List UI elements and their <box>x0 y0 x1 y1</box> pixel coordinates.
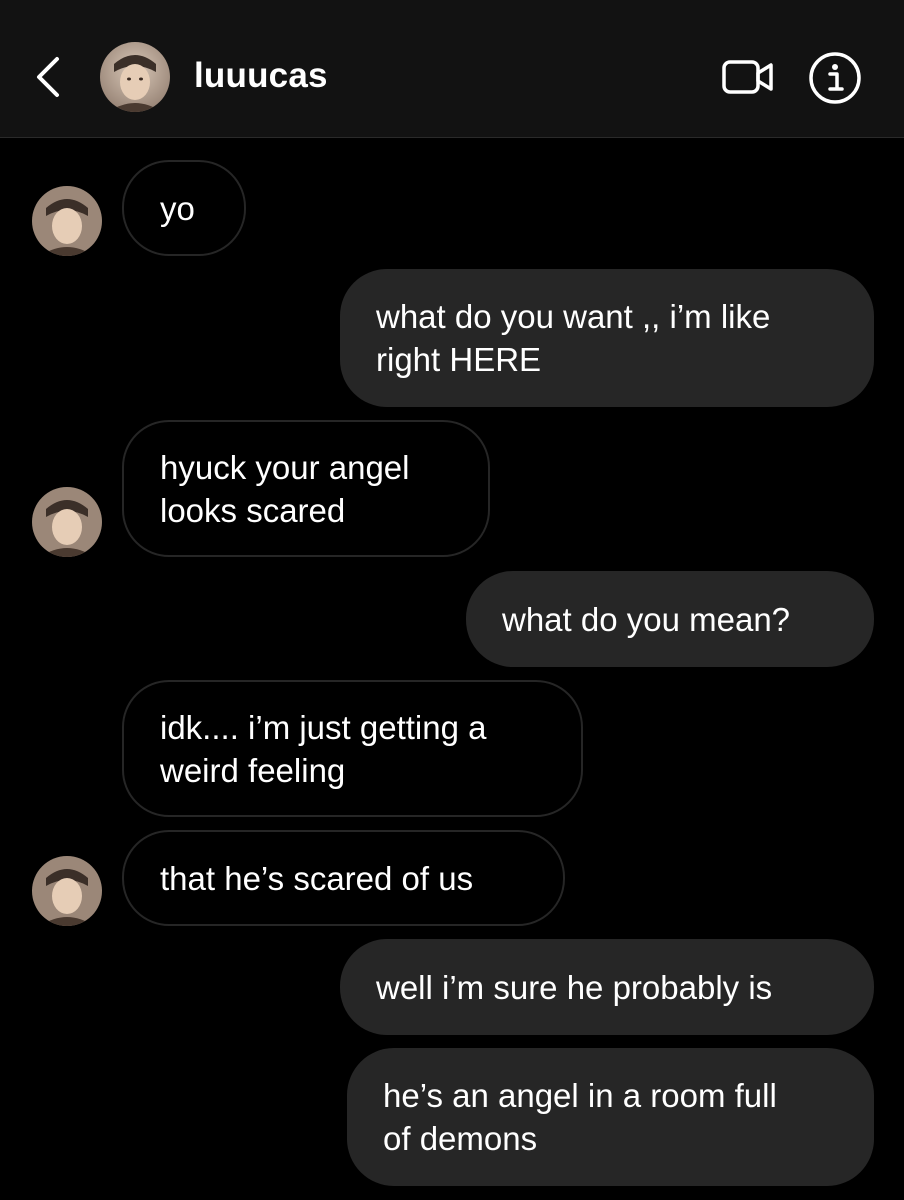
info-button[interactable] <box>806 50 864 106</box>
video-call-button[interactable] <box>718 50 778 104</box>
chevron-left-icon <box>37 57 59 97</box>
incoming-message-bubble[interactable]: yo <box>122 160 246 256</box>
contact-avatar[interactable] <box>100 42 170 112</box>
outgoing-message-bubble[interactable]: what do you mean? <box>466 571 874 667</box>
incoming-message-bubble[interactable]: that he’s scared of us <box>122 830 565 926</box>
sender-avatar[interactable] <box>32 856 102 926</box>
outgoing-message-bubble[interactable]: he’s an angel in a room full of demons <box>347 1048 874 1186</box>
outgoing-message-bubble[interactable]: what do you want ,, i’m like right HERE <box>340 269 874 407</box>
chat-header: luuucas <box>0 0 904 138</box>
outgoing-message-bubble[interactable]: well i’m sure he probably is <box>340 939 874 1035</box>
video-camera-icon <box>722 60 773 94</box>
incoming-message-bubble[interactable]: hyuck your angel looks scared <box>122 420 490 557</box>
back-button[interactable] <box>26 50 70 104</box>
incoming-message-bubble[interactable]: idk.... i’m just getting a weird feeling <box>122 680 583 817</box>
sender-avatar[interactable] <box>32 186 102 256</box>
sender-avatar[interactable] <box>32 487 102 557</box>
contact-username[interactable]: luuucas <box>194 54 328 98</box>
info-icon <box>809 52 861 104</box>
